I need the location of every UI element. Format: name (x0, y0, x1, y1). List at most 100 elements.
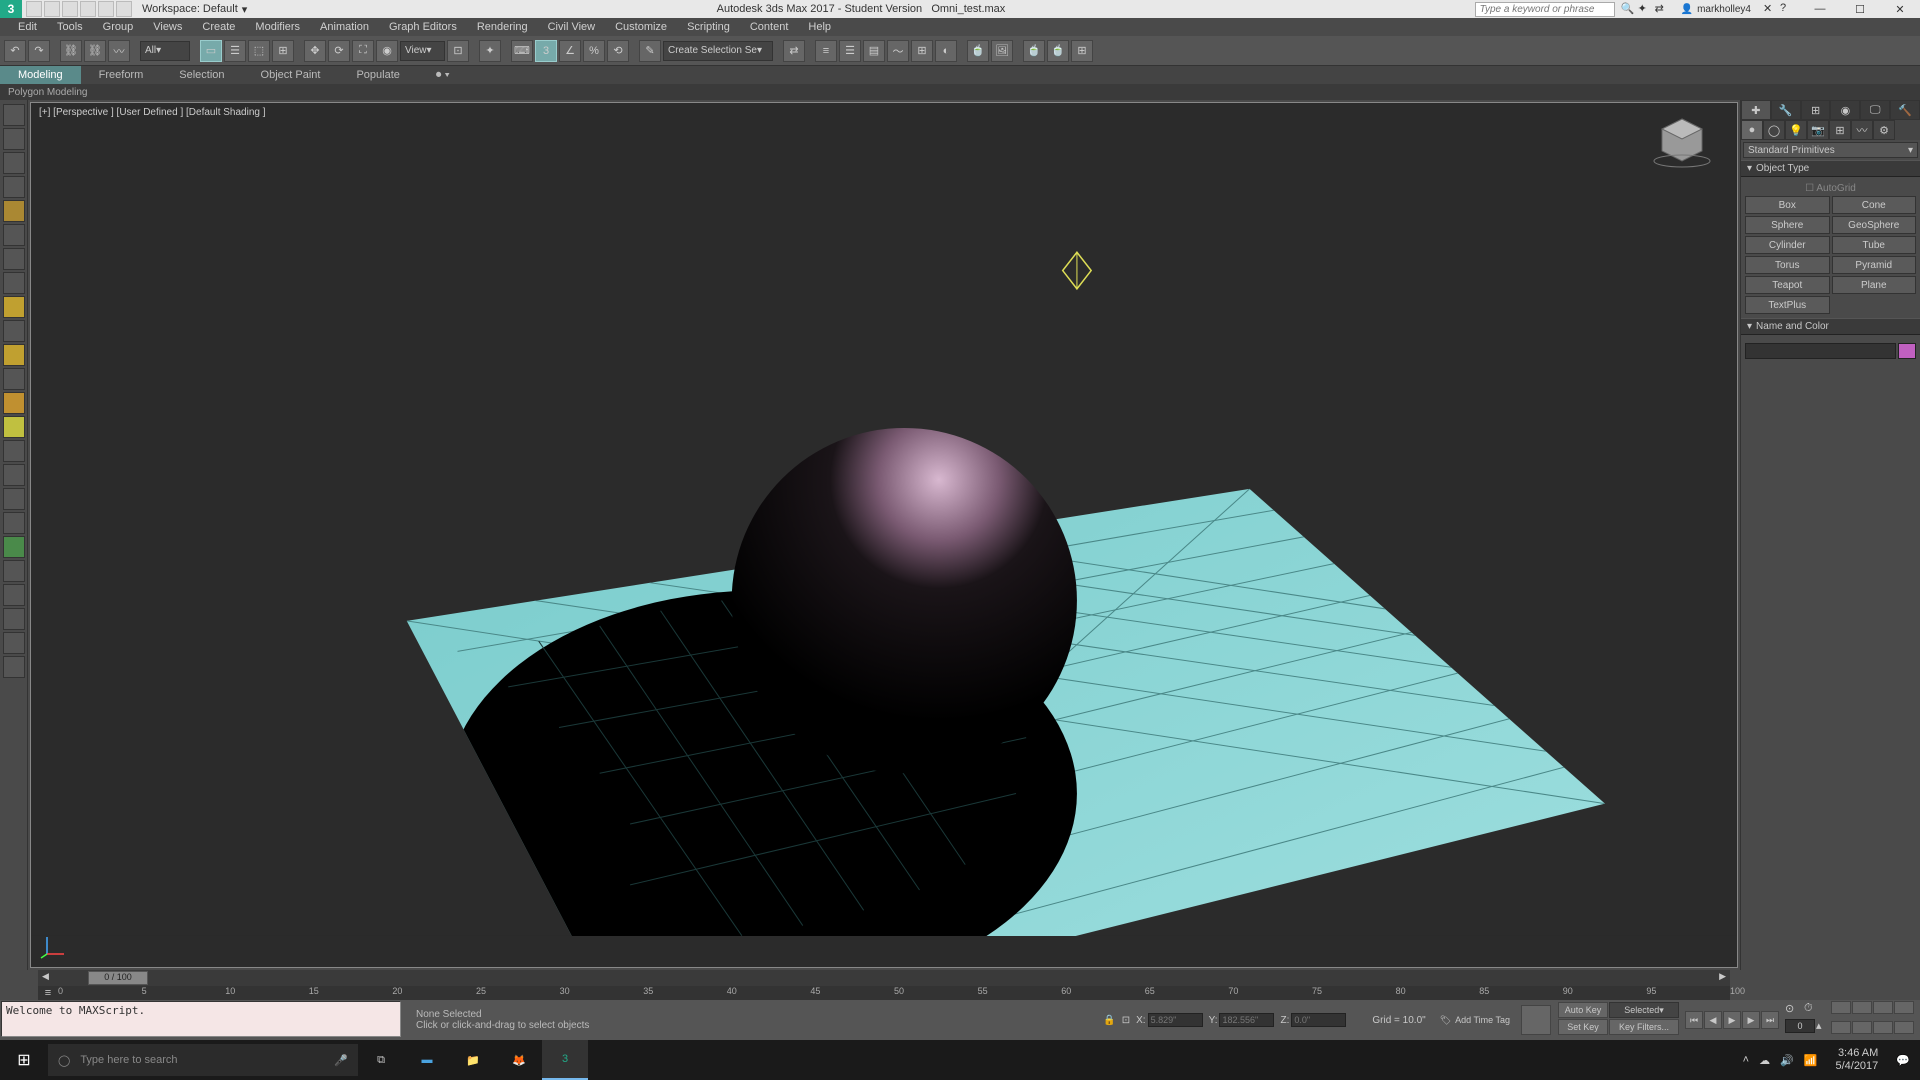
current-frame-input[interactable] (1785, 1019, 1815, 1033)
minimize-button[interactable]: — (1800, 0, 1840, 18)
lt-13[interactable] (3, 392, 25, 414)
schematic-view-button[interactable]: ⊞ (911, 40, 933, 62)
rendered-frame-button[interactable]: 🖼 (991, 40, 1013, 62)
scale-button[interactable]: ⛶ (352, 40, 374, 62)
tab-display[interactable]: 🖵 (1860, 100, 1890, 120)
exchange-app-icon[interactable]: ✕ (1763, 2, 1777, 16)
spinner-snap-button[interactable]: ⟲ (607, 40, 629, 62)
viewport-perspective[interactable]: [+] [Perspective ] [User Defined ] [Defa… (30, 102, 1738, 968)
menu-civil-view[interactable]: Civil View (538, 18, 605, 36)
use-pivot-center-button[interactable]: ⊡ (447, 40, 469, 62)
object-name-input[interactable] (1745, 343, 1896, 359)
next-frame-button[interactable]: ▶ (1742, 1011, 1760, 1029)
ribbon-panel-label[interactable]: Polygon Modeling (8, 87, 88, 98)
menu-group[interactable]: Group (93, 18, 144, 36)
mic-icon[interactable]: 🎤 (334, 1054, 348, 1067)
undo-button[interactable]: ↶ (4, 40, 26, 62)
coord-y-input[interactable] (1219, 1013, 1274, 1027)
keymode-toggle[interactable]: ⊙ (1785, 1002, 1803, 1018)
lt-05[interactable] (3, 200, 25, 222)
nav-pan[interactable] (1852, 1021, 1872, 1034)
nav-zoom-all[interactable] (1852, 1001, 1872, 1014)
keymode-dropdown[interactable]: Selected ▾ (1609, 1002, 1679, 1018)
user-account[interactable]: 👤 markholley4 (1675, 4, 1757, 15)
sub-lights[interactable]: 💡 (1785, 120, 1807, 140)
tab-utilities[interactable]: 🔨 (1890, 100, 1920, 120)
menu-scripting[interactable]: Scripting (677, 18, 740, 36)
qat-link-icon[interactable] (116, 1, 132, 17)
close-button[interactable]: ✕ (1880, 0, 1920, 18)
menu-graph-editors[interactable]: Graph Editors (379, 18, 467, 36)
sub-shapes[interactable]: ◯ (1763, 120, 1785, 140)
nav-zoom-ext[interactable] (1873, 1001, 1893, 1014)
maximize-button[interactable]: ☐ (1840, 0, 1880, 18)
lt-17[interactable] (3, 488, 25, 510)
lt-21[interactable] (3, 584, 25, 606)
taskbar-3dsmax[interactable]: 3 (542, 1040, 588, 1080)
render-activeshade-button[interactable]: ⊞ (1071, 40, 1093, 62)
nav-orbit[interactable] (1873, 1021, 1893, 1034)
star-icon[interactable]: ✦ (1638, 2, 1652, 16)
menu-animation[interactable]: Animation (310, 18, 379, 36)
menu-views[interactable]: Views (143, 18, 192, 36)
move-button[interactable]: ✥ (304, 40, 326, 62)
sub-systems[interactable]: ⚙ (1873, 120, 1895, 140)
nav-zoom[interactable] (1831, 1001, 1851, 1014)
lt-22[interactable] (3, 608, 25, 630)
lt-24[interactable] (3, 656, 25, 678)
taskbar-explorer[interactable]: ▬ (404, 1040, 450, 1080)
time-slider-handle[interactable]: 0 / 100 (88, 971, 148, 985)
window-crossing-button[interactable]: ⊞ (272, 40, 294, 62)
mirror-button[interactable]: ⇄ (783, 40, 805, 62)
tray-network-icon[interactable]: 📶 (1804, 1054, 1818, 1067)
goto-start-button[interactable]: ⏮ (1685, 1011, 1703, 1029)
rotate-button[interactable]: ⟳ (328, 40, 350, 62)
obj-tube[interactable]: Tube (1832, 236, 1917, 254)
lt-11[interactable] (3, 344, 25, 366)
select-by-name-button[interactable]: ☰ (224, 40, 246, 62)
lt-23[interactable] (3, 632, 25, 654)
prev-frame-button[interactable]: ◀ (1704, 1011, 1722, 1029)
taskbar-clock[interactable]: 3:46 AM 5/4/2017 (1827, 1047, 1886, 1073)
obj-cone[interactable]: Cone (1832, 196, 1917, 214)
snap-toggle-button[interactable]: 3 (535, 40, 557, 62)
render-iterative-button[interactable]: 🍵 (1047, 40, 1069, 62)
lt-06[interactable] (3, 224, 25, 246)
search-icon[interactable]: 🔍 (1621, 2, 1635, 16)
menu-tools[interactable]: Tools (47, 18, 93, 36)
lt-10[interactable] (3, 320, 25, 342)
viewcube[interactable] (1647, 111, 1717, 171)
tab-object-paint[interactable]: Object Paint (243, 66, 339, 84)
named-selection-dropdown[interactable]: Create Selection Se ▾ (663, 41, 773, 61)
track-bar[interactable]: ≡ 05101520253035404550556065707580859095… (38, 986, 1730, 1000)
lt-03[interactable] (3, 152, 25, 174)
isolate-icon[interactable]: ⊡ (1122, 1015, 1130, 1026)
lt-04[interactable] (3, 176, 25, 198)
select-object-button[interactable]: ▭ (200, 40, 222, 62)
lt-01[interactable] (3, 104, 25, 126)
tab-extra[interactable]: ⏺ ▾ (418, 66, 468, 84)
obj-textplus[interactable]: TextPlus (1745, 296, 1830, 314)
curve-editor-button[interactable]: 〜 (887, 40, 909, 62)
render-setup-button[interactable]: 🍵 (967, 40, 989, 62)
tab-modeling[interactable]: Modeling (0, 66, 81, 84)
menu-rendering[interactable]: Rendering (467, 18, 538, 36)
selection-filter-dropdown[interactable]: All ▾ (140, 41, 190, 61)
category-dropdown[interactable]: Standard Primitives▾ (1743, 142, 1918, 158)
redo-button[interactable]: ↷ (28, 40, 50, 62)
lt-12[interactable] (3, 368, 25, 390)
tray-volume-icon[interactable]: 🔊 (1780, 1054, 1794, 1067)
lt-14[interactable] (3, 416, 25, 438)
qat-new-icon[interactable] (26, 1, 42, 17)
menu-create[interactable]: Create (192, 18, 245, 36)
tab-populate[interactable]: Populate (338, 66, 417, 84)
object-color-swatch[interactable] (1898, 343, 1916, 359)
tab-freeform[interactable]: Freeform (81, 66, 162, 84)
toggle-ribbon-button[interactable]: ▤ (863, 40, 885, 62)
tray-chevron-icon[interactable]: ˄ (1743, 1054, 1749, 1066)
coord-z-input[interactable] (1291, 1013, 1346, 1027)
task-view-button[interactable]: ⧉ (358, 1040, 404, 1080)
lt-15[interactable] (3, 440, 25, 462)
lock-icon[interactable]: 🔒 (1103, 1015, 1115, 1026)
obj-geosphere[interactable]: GeoSphere (1832, 216, 1917, 234)
